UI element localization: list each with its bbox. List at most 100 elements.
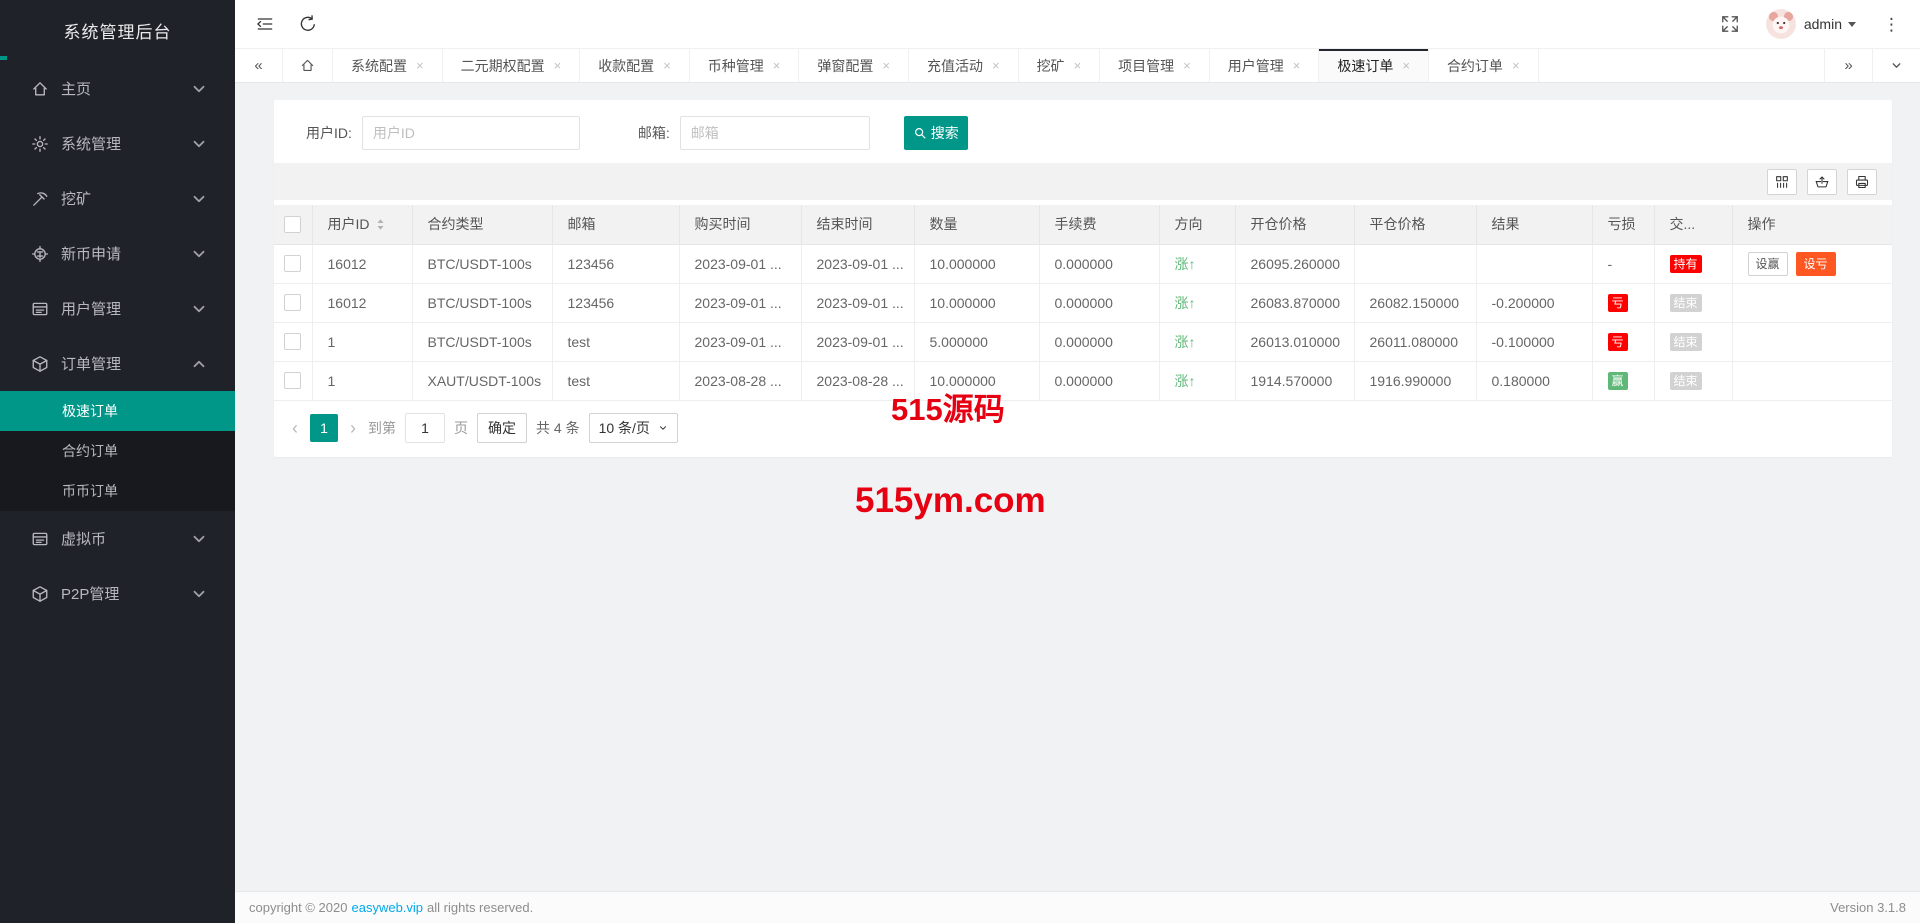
tab-home[interactable]	[283, 49, 333, 82]
sidebar-subitem-coin-order[interactable]: 币币订单	[0, 471, 235, 511]
tab-fast-order[interactable]: 极速订单 ×	[1319, 49, 1429, 82]
cell-fee: 0.000000	[1039, 283, 1159, 322]
sidebar-item-order-manage[interactable]: 订单管理	[0, 336, 235, 391]
sidebar-item-home[interactable]: 主页	[0, 61, 235, 116]
next-page-button[interactable]: ›	[347, 419, 359, 437]
close-icon[interactable]: ×	[1074, 59, 1082, 72]
tab-recharge-activity[interactable]: 充值活动 ×	[909, 49, 1019, 82]
cell-quantity: 5.000000	[914, 322, 1039, 361]
tab-project-manage[interactable]: 项目管理×	[1100, 49, 1210, 82]
tab-payment-config[interactable]: 收款配置×	[580, 49, 690, 82]
tab-popup-config[interactable]: 弹窗配置 ×	[799, 49, 909, 82]
columns-filter-button[interactable]	[1767, 169, 1797, 195]
tabs-scroll-right-button[interactable]: »	[1824, 49, 1872, 82]
table-header-row: 用户ID合约类型邮箱购买时间结束时间数量手续费方向开仓价格平仓价格结果亏损交..…	[274, 205, 1892, 244]
close-icon[interactable]: ×	[882, 59, 890, 72]
column-header-user_id[interactable]: 用户ID	[312, 205, 412, 244]
more-vert-icon[interactable]: ⋮	[1879, 16, 1904, 33]
tab-label: 极速订单	[1337, 56, 1393, 76]
sidebar-item-label: 用户管理	[61, 298, 190, 319]
sidebar-subitem-fast-order[interactable]: 极速订单	[0, 391, 235, 431]
print-button[interactable]	[1847, 169, 1877, 195]
page-size-select[interactable]: 10 条/页	[589, 413, 678, 443]
user-menu[interactable]: admin	[1804, 16, 1856, 32]
avatar[interactable]	[1766, 9, 1796, 39]
page-root: 系统管理后台 主页系统管理挖矿新币申请用户管理订单管理极速订单合约订单币币订单虚…	[0, 0, 1920, 923]
close-icon[interactable]: ×	[1183, 59, 1191, 72]
copyright-suffix: all rights reserved.	[427, 900, 533, 915]
page-size-value: 10 条/页	[599, 418, 650, 438]
tab-mining[interactable]: 挖矿×	[1019, 49, 1101, 82]
sidebar-item-label: 新币申请	[61, 243, 190, 264]
tab-label: 用户管理	[1228, 56, 1284, 76]
tab-label: 弹窗配置	[817, 56, 873, 76]
tab-user-manage[interactable]: 用户管理 ×	[1210, 49, 1320, 82]
sidebar-subitem-contract-order[interactable]: 合约订单	[0, 431, 235, 471]
cell-contract: BTC/USDT-100s	[412, 322, 552, 361]
tab-label: 充值活动	[927, 56, 983, 76]
sidebar-item-system-manage[interactable]: 系统管理	[0, 116, 235, 171]
sidebar-item-new-coin-apply[interactable]: 新币申请	[0, 226, 235, 281]
cell-status: 持有	[1654, 244, 1732, 283]
confirm-button[interactable]: 确定	[477, 413, 527, 443]
goto-label: 到第	[368, 418, 396, 438]
row-checkbox[interactable]	[284, 255, 301, 272]
close-icon[interactable]: ×	[992, 59, 1000, 72]
tab-label: 币种管理	[708, 56, 764, 76]
tab-coin-manage[interactable]: 币种管理 ×	[690, 49, 800, 82]
cell-close_price	[1354, 244, 1476, 283]
tab-contract-order[interactable]: 合约订单×	[1429, 49, 1539, 82]
tab-label: 系统配置	[351, 56, 407, 76]
menu-fold-icon[interactable]	[255, 14, 275, 34]
column-header-label: 结果	[1492, 216, 1520, 232]
export-button[interactable]	[1807, 169, 1837, 195]
column-header-quantity: 数量	[914, 205, 1039, 244]
close-icon[interactable]: ×	[1293, 59, 1301, 72]
goto-page-input[interactable]	[405, 413, 445, 443]
tabs-scroll-left-button[interactable]: «	[235, 49, 283, 82]
sidebar-item-p2p-manage[interactable]: P2P管理	[0, 566, 235, 621]
direction-value: 涨↑	[1175, 295, 1196, 311]
tab-system-config[interactable]: 系统配置 ×	[333, 49, 443, 82]
sidebar-item-user-manage[interactable]: 用户管理	[0, 281, 235, 336]
sidebar-item-virtual-coin[interactable]: 虚拟币	[0, 511, 235, 566]
page-number-active[interactable]: 1	[310, 414, 338, 442]
row-select-cell	[274, 244, 312, 283]
column-header-status: 交...	[1654, 205, 1732, 244]
sidebar-item-mining[interactable]: 挖矿	[0, 171, 235, 226]
email-input[interactable]	[680, 116, 870, 150]
close-icon[interactable]: ×	[554, 59, 562, 72]
row-checkbox[interactable]	[284, 333, 301, 350]
refresh-icon[interactable]	[298, 14, 318, 34]
row-checkbox[interactable]	[284, 294, 301, 311]
fullscreen-icon[interactable]	[1720, 14, 1740, 34]
table-body: 16012BTC/USDT-100s1234562023-09-01 ...20…	[274, 244, 1892, 400]
status-badge: 持有	[1670, 255, 1702, 273]
close-icon[interactable]: ×	[1512, 59, 1520, 72]
cell-contract: XAUT/USDT-100s	[412, 361, 552, 400]
footer-link[interactable]: easyweb.vip	[351, 900, 423, 915]
table-row: 16012BTC/USDT-100s1234562023-09-01 ...20…	[274, 283, 1892, 322]
set-loss-button[interactable]: 设亏	[1796, 252, 1836, 276]
close-icon[interactable]: ×	[663, 59, 671, 72]
close-icon[interactable]: ×	[1402, 59, 1410, 72]
cell-email: 123456	[552, 244, 679, 283]
cell-quantity: 10.000000	[914, 361, 1039, 400]
prev-page-button[interactable]: ‹	[289, 419, 301, 437]
tab-binary-option-config[interactable]: 二元期权配置×	[443, 49, 581, 82]
row-checkbox[interactable]	[284, 372, 301, 389]
close-icon[interactable]: ×	[773, 59, 781, 72]
sort-icon[interactable]	[376, 218, 385, 231]
select-all-checkbox[interactable]	[284, 216, 301, 233]
chevron-down-icon	[190, 80, 208, 98]
tabs-menu-button[interactable]	[1872, 49, 1920, 82]
set-win-button[interactable]: 设赢	[1748, 252, 1788, 276]
user-id-input[interactable]	[362, 116, 580, 150]
column-header-label: 用户ID	[328, 216, 370, 232]
column-header-label: 结束时间	[817, 216, 873, 232]
close-icon[interactable]: ×	[416, 59, 424, 72]
cell-result: -0.200000	[1476, 283, 1592, 322]
search-button[interactable]: 搜索	[904, 116, 968, 150]
sidebar-item-label: 系统管理	[61, 133, 190, 154]
user-name-label: admin	[1804, 16, 1842, 32]
